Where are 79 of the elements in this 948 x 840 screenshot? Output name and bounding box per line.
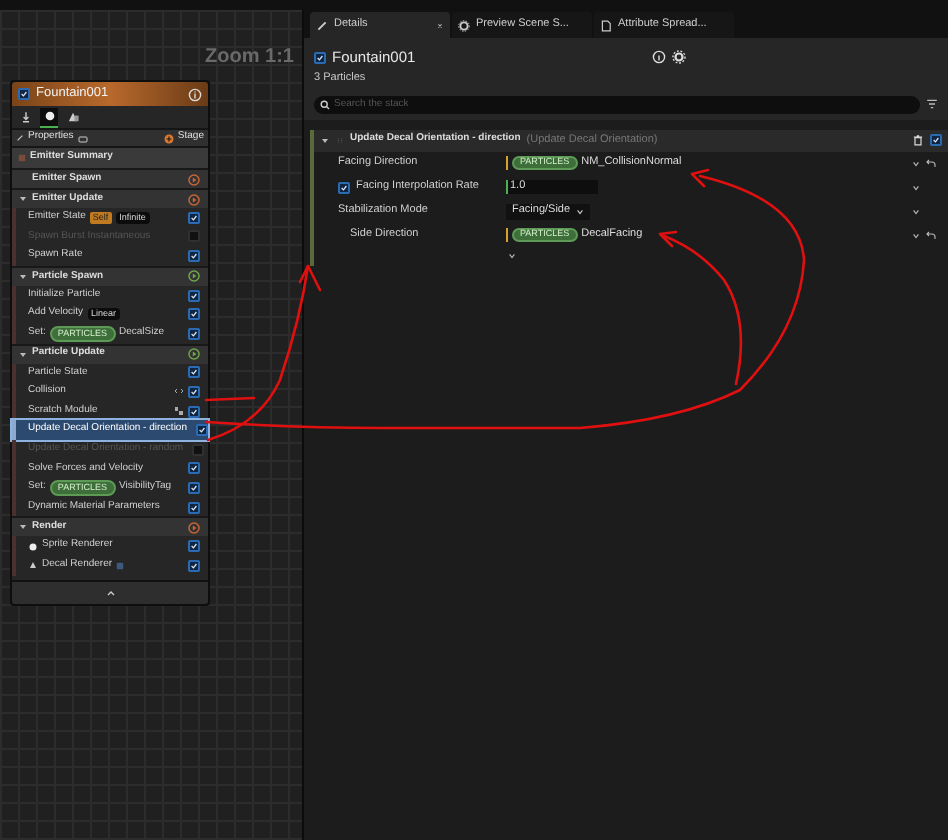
- pencil-icon: [16, 134, 24, 142]
- collapse-arrow-icon[interactable]: [18, 522, 28, 533]
- check-icon: [190, 387, 198, 396]
- checkbox[interactable]: [930, 134, 942, 146]
- check-icon: [316, 53, 324, 62]
- check-icon: [190, 561, 198, 570]
- checkbox[interactable]: [188, 385, 200, 398]
- close-icon[interactable]: [436, 21, 444, 29]
- checkbox[interactable]: [338, 181, 350, 193]
- settings-icon[interactable]: [672, 50, 686, 65]
- info-icon[interactable]: [652, 50, 666, 65]
- sphere-icon: [28, 541, 38, 552]
- caret-icon[interactable]: [912, 183, 920, 191]
- info-icon[interactable]: [188, 87, 202, 101]
- reset-icon[interactable]: [926, 158, 936, 168]
- download-icon[interactable]: [20, 110, 32, 124]
- code-icon: [174, 386, 184, 397]
- annotation-line: [204, 396, 256, 402]
- zoom-label: Zoom 1:1: [205, 44, 294, 72]
- checkbox[interactable]: [18, 88, 30, 100]
- check-icon: [190, 329, 198, 338]
- caret-icon: [105, 587, 115, 597]
- delete-icon[interactable]: [912, 134, 924, 146]
- summary-icon: [18, 154, 26, 162]
- check-icon: [20, 90, 28, 98]
- sphere-icon: [43, 110, 55, 122]
- check-icon: [190, 407, 198, 416]
- decal-icon: [28, 560, 38, 571]
- check-icon: [340, 183, 348, 191]
- checkbox[interactable]: [188, 462, 200, 475]
- checkbox[interactable]: [314, 51, 326, 64]
- caret-icon: [576, 207, 585, 215]
- check-icon: [190, 483, 198, 492]
- check-icon: [190, 291, 198, 300]
- checkbox[interactable]: [188, 308, 200, 321]
- check-icon: [190, 310, 198, 319]
- check-icon: [190, 213, 198, 222]
- stage-icon[interactable]: [188, 173, 200, 185]
- collapse-arrow-icon[interactable]: [18, 194, 28, 204]
- checkbox[interactable]: [188, 289, 200, 302]
- caret-icon[interactable]: [912, 231, 920, 239]
- checkbox[interactable]: [188, 211, 200, 224]
- expand-icon[interactable]: [507, 252, 515, 260]
- reset-icon[interactable]: [926, 230, 936, 240]
- document-icon: [600, 19, 612, 31]
- checkbox[interactable]: [188, 366, 200, 379]
- checkbox[interactable]: [188, 559, 200, 572]
- caret-icon[interactable]: [912, 159, 920, 167]
- pencil-icon: [316, 19, 328, 31]
- render-icon[interactable]: [66, 110, 80, 124]
- checkbox[interactable]: [188, 540, 200, 553]
- check-icon: [190, 464, 198, 473]
- check-icon: [197, 426, 205, 435]
- checkbox[interactable]: [195, 424, 207, 437]
- collapse-arrow-icon[interactable]: [18, 349, 28, 360]
- add-icon[interactable]: [163, 133, 174, 143]
- checkbox[interactable]: [188, 327, 200, 340]
- scratch-icon: [174, 406, 184, 417]
- stage-icon[interactable]: [188, 270, 200, 283]
- checkbox[interactable]: [188, 481, 200, 494]
- gear-icon: [458, 19, 470, 31]
- stage-icon[interactable]: [188, 193, 200, 205]
- filter-icon[interactable]: [926, 98, 938, 110]
- collapse-arrow-icon[interactable]: [18, 271, 28, 282]
- check-icon: [190, 368, 198, 377]
- search-icon: [320, 99, 330, 109]
- check-icon: [932, 136, 940, 144]
- check-icon: [190, 503, 198, 512]
- caret-icon[interactable]: [912, 207, 920, 215]
- checkbox[interactable]: [188, 249, 200, 262]
- check-icon: [190, 542, 198, 551]
- shape-tab[interactable]: [40, 107, 58, 127]
- checkbox[interactable]: [188, 405, 200, 418]
- collapse-arrow-icon[interactable]: [320, 135, 330, 145]
- badge-icon: [116, 561, 125, 570]
- checkbox[interactable]: [188, 501, 200, 514]
- stage-icon[interactable]: [188, 348, 200, 361]
- stage-icon[interactable]: [188, 521, 200, 534]
- check-icon: [190, 251, 198, 260]
